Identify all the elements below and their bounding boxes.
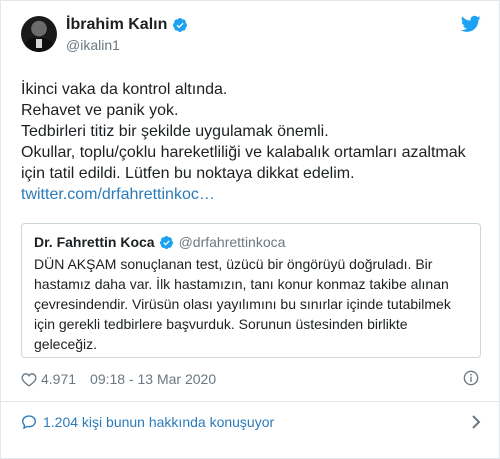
tweet-timestamp[interactable]: 09:18 - 13 Mar 2020 (90, 371, 216, 387)
heart-icon[interactable] (21, 372, 37, 387)
chevron-right-icon[interactable] (471, 414, 481, 430)
quoted-tweet-text: DÜN AKŞAM sonuçlanan test, üzücü bir öng… (34, 254, 474, 354)
verified-badge-icon (159, 235, 173, 249)
tweet-line: Okullar, toplu/çoklu hareketliliği ve ka… (21, 144, 466, 161)
quoted-line: geleceğiz. (34, 336, 98, 352)
verified-badge-icon (173, 18, 188, 32)
tweet-line: İkinci vaka da kontrol altında. (21, 81, 228, 98)
footer-divider (1, 401, 499, 402)
embedded-tweet-card: İbrahim Kalın @ikalin1 İkinci vaka da ko… (0, 0, 500, 459)
chat-bubble-icon (21, 415, 37, 430)
author-avatar[interactable] (21, 16, 57, 52)
quoted-tweet[interactable]: Dr. Fahrettin Koca @drfahrettinkoca DÜN … (21, 223, 481, 358)
conversation-text[interactable]: 1.204 kişi bunun hakkında konuşuyor (43, 414, 274, 430)
conversation-link[interactable]: 1.204 kişi bunun hakkında konuşuyor (21, 411, 481, 433)
quoted-author-handle: @drfahrettinkoca (178, 234, 286, 250)
tweet-meta: 4.971 09:18 - 13 Mar 2020 (21, 371, 216, 387)
avatar-collar (36, 39, 42, 48)
tweet-link[interactable]: twitter.com/drfahrettinkoc… (21, 184, 481, 205)
like-count[interactable]: 4.971 (41, 371, 76, 387)
tweet-line: Tedbirleri titiz bir şekilde uygulamak ö… (21, 123, 329, 140)
info-icon[interactable] (463, 370, 479, 386)
twitter-bird-icon[interactable] (461, 15, 481, 33)
author-name-line: İbrahim Kalın (66, 16, 188, 34)
quoted-line: çevresindendir. Virüsün olası yayılımını… (34, 296, 451, 312)
tweet-header: İbrahim Kalın @ikalin1 (21, 15, 481, 63)
quoted-line: için gerekli tedbirlere başvurduk. Sorun… (34, 316, 408, 332)
tweet-text: İkinci vaka da kontrol altında. Rehavet … (21, 79, 481, 205)
quoted-author-name: Dr. Fahrettin Koca (34, 234, 155, 250)
author-display-name[interactable]: İbrahim Kalın (66, 16, 167, 34)
quoted-line: DÜN AKŞAM sonuçlanan test, üzücü bir öng… (34, 256, 433, 272)
quoted-tweet-header: Dr. Fahrettin Koca @drfahrettinkoca (34, 234, 285, 250)
author-handle[interactable]: @ikalin1 (66, 37, 120, 53)
quoted-line: hastamız daha var. İlk hastamızın, tanı … (34, 276, 449, 292)
tweet-line: Rehavet ve panik yok. (21, 102, 179, 119)
tweet-line: için tatil edildi. Lütfen bu noktaya dik… (21, 165, 355, 182)
